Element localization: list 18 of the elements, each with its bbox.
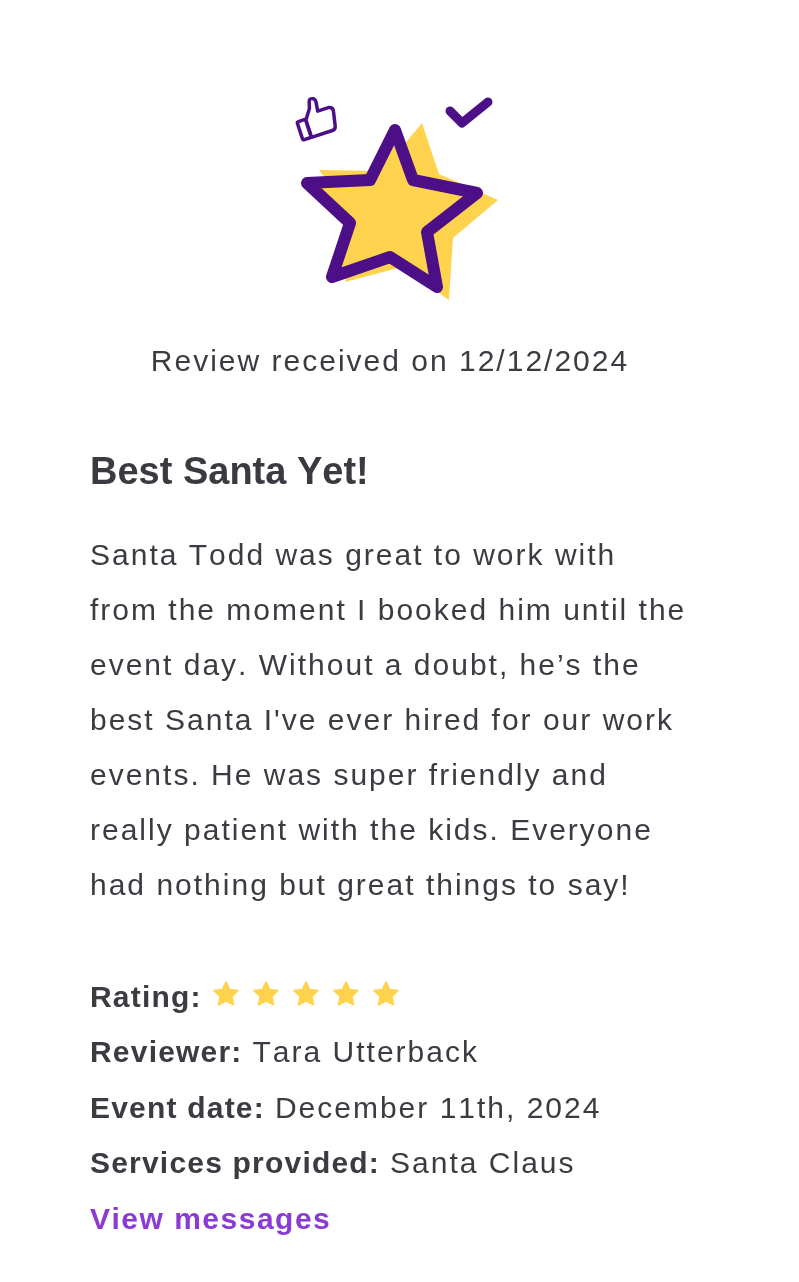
detail-value: Santa Claus xyxy=(390,1146,576,1181)
detail-value: Tara Utterback xyxy=(252,1035,479,1070)
review-date: Review received on 12/12/2024 xyxy=(150,344,630,377)
review-body: Santa Todd was great to work with from the moment I booked him until the event day. Without a doubt, he’s the best Santa I've ever hired for our work events. He was super friendly and really patient with the kids. Everyone had nothing but great things to say! xyxy=(90,537,688,903)
star-icon xyxy=(331,979,360,1008)
star-icon xyxy=(291,979,320,1008)
check-icon xyxy=(445,97,493,128)
detail-label: Rating: xyxy=(90,979,202,1014)
thumbs-up-icon xyxy=(295,96,337,142)
review-title: Best Santa Yet! xyxy=(90,449,369,494)
star-icon xyxy=(211,979,240,1008)
detail-label: Services provided: xyxy=(90,1146,381,1181)
star-icon xyxy=(371,979,400,1008)
detail-label: Reviewer: xyxy=(90,1035,243,1070)
detail-value: December 11th, 2024 xyxy=(274,1090,602,1125)
detail-label: Event date: xyxy=(90,1090,265,1125)
view-messages-link[interactable]: View messages xyxy=(90,1191,332,1246)
star-icon xyxy=(251,979,280,1008)
